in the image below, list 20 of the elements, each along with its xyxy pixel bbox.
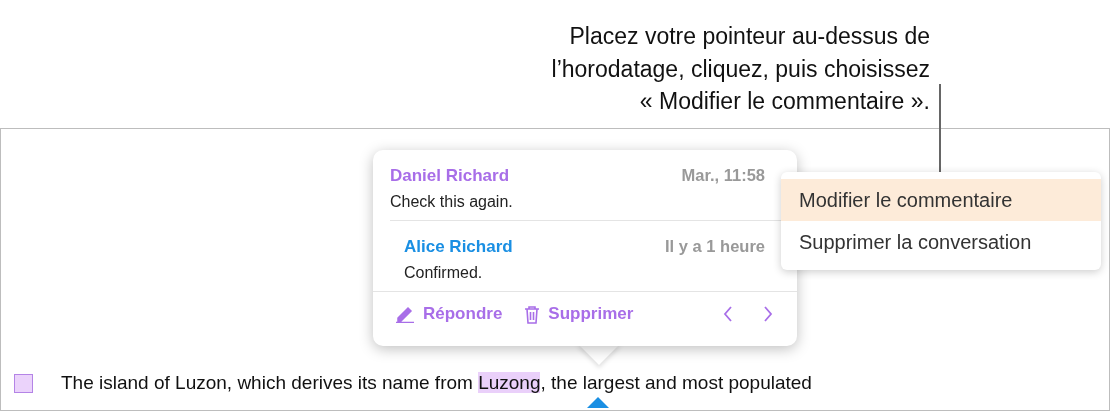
comment-timestamp[interactable]: Mar., 11:58 bbox=[681, 166, 765, 185]
triangle-marker-icon bbox=[587, 397, 609, 408]
comment-author: Daniel Richard bbox=[390, 166, 510, 186]
comment-marker-icon[interactable] bbox=[14, 373, 33, 393]
reply-button[interactable]: Répondre bbox=[395, 304, 503, 324]
menu-item[interactable]: Modifier le commentaire bbox=[781, 179, 1101, 221]
comment-text: Confirmed. bbox=[404, 264, 484, 282]
trash-icon bbox=[524, 304, 541, 324]
pencil-icon bbox=[395, 305, 415, 323]
comment-author: Alice Richard bbox=[404, 237, 513, 257]
menu-item[interactable]: Supprimer la conversation bbox=[781, 221, 1101, 263]
comment-timestamp[interactable]: Il y a 1 heure bbox=[665, 237, 765, 256]
delete-button[interactable]: Supprimer bbox=[524, 304, 634, 324]
callout-text: Placez votre pointeur au-dessus de bbox=[569, 22, 930, 51]
document-paragraph: The island of Luzon, which derives its name from Luzong, the largest and most populated bbox=[61, 372, 812, 394]
previous-icon[interactable] bbox=[723, 305, 733, 323]
comment-text: Check this again. bbox=[390, 193, 514, 211]
callout-text: « Modifier le commentaire ». bbox=[639, 87, 930, 116]
callout-text: l’horodatage, cliquez, puis choisissez bbox=[551, 54, 930, 84]
next-icon[interactable] bbox=[763, 305, 773, 323]
